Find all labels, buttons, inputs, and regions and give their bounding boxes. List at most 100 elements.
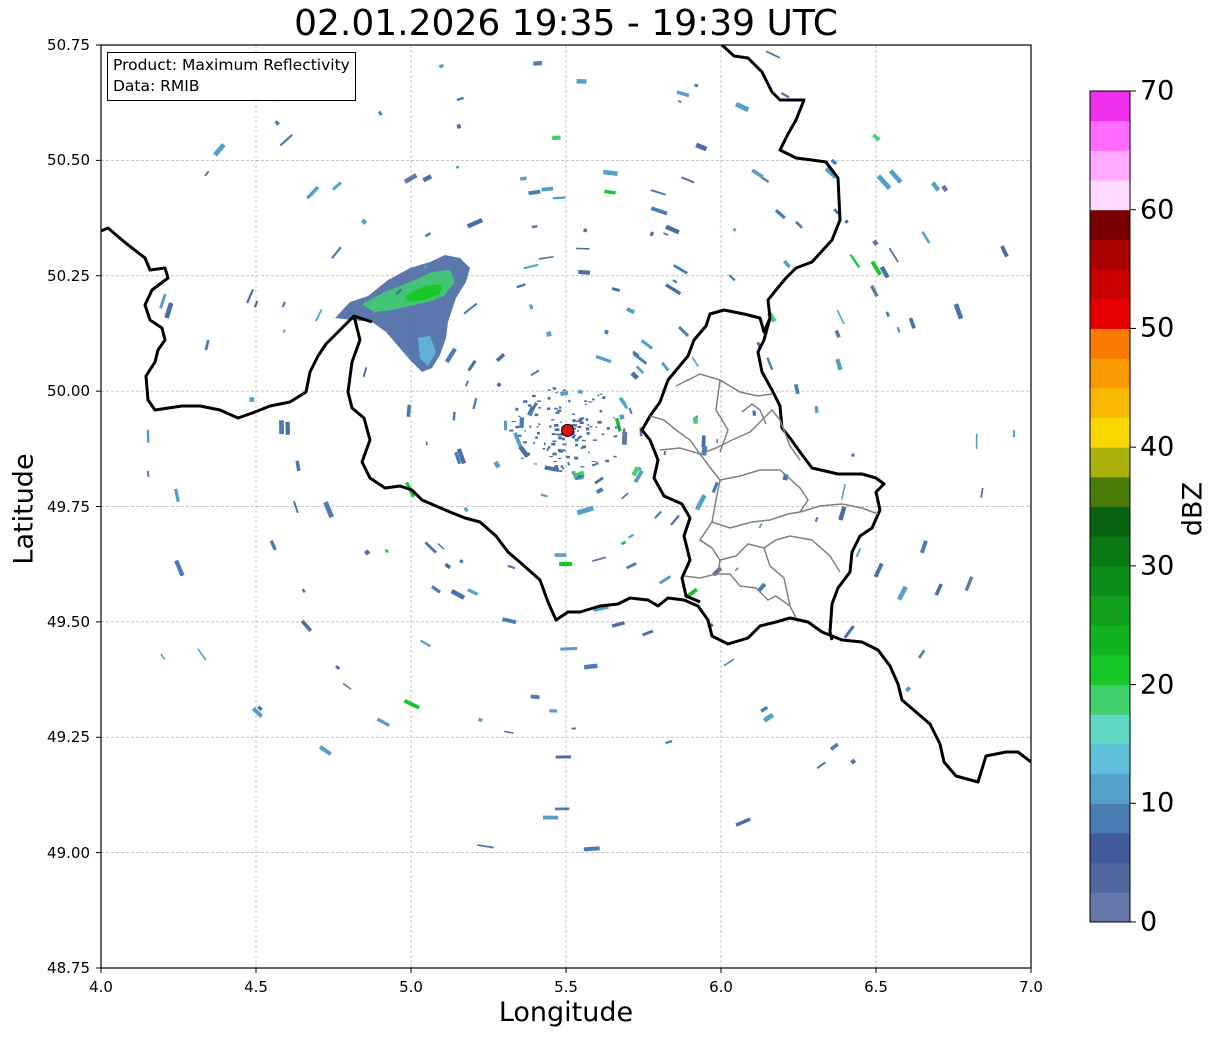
echo-speckle [595,487,604,494]
colorbar-segment [1090,595,1130,626]
echo-speckle [849,254,861,269]
clutter-speckle [566,455,571,459]
echo-speckle [760,705,769,713]
echo-speckle [424,541,437,554]
echo-speckle [463,506,469,513]
clutter-speckle [562,443,567,446]
echo-speckle [403,698,421,710]
echo-speckle [665,739,673,745]
echo-speckle [583,846,600,852]
echo-speckle [493,460,501,469]
clutter-speckle [549,456,553,458]
echo-speckle [546,331,552,337]
echo-speckle [554,553,567,557]
clutter-speckle [552,387,555,389]
echo-speckle [917,649,926,659]
echo-speckle [681,176,695,184]
colorbar-segment [1090,714,1130,745]
echo-speckle [672,264,688,275]
clutter-speckle [588,451,590,454]
radar-site-marker [561,423,575,437]
echo-speckle [403,173,418,184]
echo-speckle [477,717,483,723]
echo-speckle [364,549,371,556]
clutter-speckle [558,450,564,453]
colorbar-segment [1090,684,1130,715]
colorbar-segment [1090,180,1130,211]
echo-speckle [621,492,629,500]
clutter-speckle [552,452,557,456]
echo-speckle [552,196,566,200]
clutter-speckle [546,448,549,451]
echo-speckle [146,429,150,443]
clutter-speckle [613,435,618,438]
y-tick-label: 50.00 [47,382,90,401]
echo-speckle [677,100,682,103]
echo-speckle [934,583,943,596]
clutter-speckle [571,413,576,415]
product-label: Product: Maximum Reflectivity [113,56,350,74]
clutter-speckle [548,389,551,391]
colorbar-segment [1090,892,1130,923]
x-tick-label: 4.5 [244,978,268,996]
colorbar-segment [1090,387,1130,418]
clutter-speckle [531,394,536,398]
echo-speckle [295,460,301,472]
info-box: Product: Maximum Reflectivity Data: RMIB [107,52,356,101]
echo-speckle [577,389,584,395]
echo-speckle [691,356,700,368]
echo-speckle [159,293,167,309]
echo-speckle [576,505,594,516]
clutter-speckle [558,406,562,409]
echo-speckle [795,220,803,229]
echo-speckle [1012,430,1016,438]
echo-speckle [694,83,699,88]
clutter-speckle [538,407,542,409]
clutter-speckle [536,400,541,402]
clutter-speckle [589,426,593,428]
echo-speckle [921,231,931,244]
echo-speckle [672,279,678,284]
clutter-speckle [562,467,565,470]
x-tick-label: 7.0 [1019,978,1043,996]
colorbar-tick-label: 70 [1140,75,1175,107]
clutter-speckle [613,455,617,458]
clutter-speckle [588,401,593,403]
echo-speckle [540,493,548,498]
echo-speckle [463,302,478,315]
clutter-speckle [580,446,584,449]
clutter-speckle [543,442,546,446]
echo-speckle [530,694,540,700]
echo-speckle [758,523,763,529]
clutter-speckle [535,436,538,439]
echo-speckle [670,514,680,526]
clutter-speckle [571,435,576,439]
echo-speckle [583,663,598,670]
echo-speckle [246,289,255,304]
clutter-speckle [538,423,541,426]
clutter-speckle [587,423,589,426]
echo-speckle [571,727,576,730]
echo-speckle [732,227,737,232]
clutter-speckle [518,415,521,418]
echo-speckle [459,559,464,564]
clutter-speckle [520,457,524,459]
clutter-speckle [591,461,596,463]
y-axis-label: Latitude [8,453,40,565]
echo-speckle [575,247,590,250]
echo-speckle [477,844,494,849]
echo-speckle [876,174,892,191]
echo-speckle [464,380,470,387]
clutter-speckle [580,466,585,468]
clutter-speckle [592,439,598,441]
colorbar-segment [1090,565,1130,597]
clutter-speckle [573,419,575,422]
echo-speckle [518,445,530,459]
x-tick-label: 6.0 [709,978,733,996]
echo-speckle [552,135,561,141]
echo-speckle [879,265,890,279]
echo-speckle [830,158,838,166]
colorbar-segment [1090,298,1130,329]
echo-speckle [780,91,790,99]
echo-speckle [376,717,391,727]
